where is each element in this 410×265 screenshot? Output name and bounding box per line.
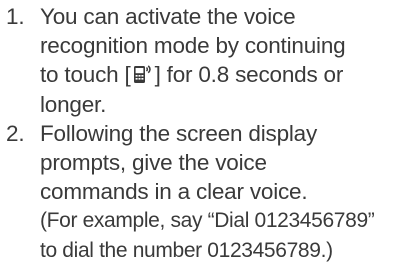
step-2-line-4: (For example, say “Dial 0123456789” <box>40 209 375 233</box>
step-1-line-3b: ] for 0.8 seconds or <box>154 62 344 88</box>
instruction-list: 1. You can activate the voice recognitio… <box>0 2 410 265</box>
step-1-line-1: You can activate the voice <box>40 4 296 29</box>
phone-voice-icon <box>133 63 153 84</box>
step-1-line-4: longer. <box>40 91 107 117</box>
instruction-document: 1. You can activate the voice recognitio… <box>0 0 410 263</box>
step-number: 1. <box>6 4 25 29</box>
step-2-line-3: commands in a clear voice. <box>40 179 308 205</box>
step-2-line-5: to dial the number 0123456789.) <box>40 238 333 262</box>
step-1-line-2: recognition mode by continuing <box>40 33 346 59</box>
step-2-line-2: prompts, give the voice <box>40 150 267 176</box>
list-item: 1. You can activate the voice recognitio… <box>0 2 410 119</box>
step-1-line-3: to touch [ ] for 0.8 seconds or <box>40 60 410 89</box>
list-item: 2. Following the screen display prompts,… <box>0 119 410 265</box>
step-1-line-3a: to touch [ <box>40 62 131 88</box>
step-2-line-1: Following the screen display <box>40 120 318 146</box>
step-number: 2. <box>6 120 25 146</box>
